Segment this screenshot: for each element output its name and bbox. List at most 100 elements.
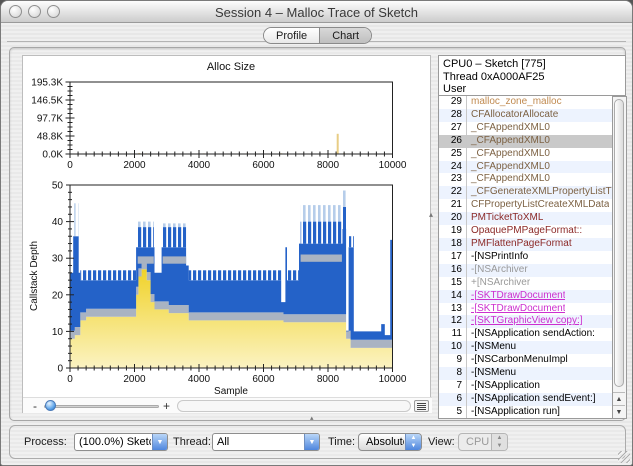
svg-text:4000: 4000	[188, 160, 211, 171]
view-label: View:	[428, 436, 455, 448]
svg-text:50: 50	[52, 181, 64, 192]
svg-text:6000: 6000	[252, 374, 275, 385]
zoom-control-row: - +	[23, 397, 432, 413]
list-item[interactable]: 11 -[NSApplication sendAction:	[439, 328, 612, 342]
frame-symbol: -[NSPrintInfo	[471, 250, 529, 262]
zoom-out-label[interactable]: -	[33, 399, 37, 413]
frame-number: 19	[439, 225, 467, 238]
frame-symbol: _CFAppendXML0	[471, 134, 550, 146]
time-popup[interactable]: Absolute ▲▼	[358, 433, 422, 451]
frame-symbol: -[NSMenu	[471, 367, 517, 379]
list-item[interactable]: 17 -[NSPrintInfo	[439, 250, 612, 264]
list-item[interactable]: 12 -[SKTGraphicView copy:]	[439, 315, 612, 329]
list-icon	[417, 403, 426, 410]
list-item[interactable]: 16 -[NSArchiver	[439, 263, 612, 277]
list-item[interactable]: 23 _CFAppendXML0	[439, 173, 612, 187]
list-item[interactable]: 18 PMFlattenPageFormat	[439, 237, 612, 251]
chevron-down-icon[interactable]: ▼	[304, 434, 319, 450]
process-combobox[interactable]: (100.0%) Sketch [775] ▼	[74, 433, 168, 451]
list-item[interactable]: 28 CFAllocatorAllocate	[439, 108, 612, 122]
list-item[interactable]: 20 PMTicketToXML	[439, 212, 612, 226]
list-item[interactable]: 27 _CFAppendXML0	[439, 121, 612, 135]
callstack-header-user: User	[443, 83, 467, 95]
list-item[interactable]: 7 -[NSApplication	[439, 379, 612, 393]
malloc-trace-charts[interactable]: Alloc Size0.0K48.8K97.7K146.5K195.3K0 200…	[23, 56, 432, 397]
frame-symbol: _CFGenerateXMLPropertyListT	[471, 186, 612, 198]
time-label: Time:	[328, 436, 356, 448]
tab-chart[interactable]: Chart	[319, 28, 372, 43]
frame-symbol: CFAllocatorAllocate	[471, 108, 559, 120]
scroll-down-icon[interactable]: ▼	[613, 405, 625, 418]
scroll-up-icon[interactable]: ▲	[613, 392, 625, 405]
frame-number: 25	[439, 147, 467, 161]
list-item[interactable]: 9 -[NSCarbonMenuImpl	[439, 354, 612, 368]
list-item[interactable]: 14 -[SKTDrawDocument	[439, 289, 612, 303]
frame-number: 13	[439, 302, 467, 316]
frame-symbol: -[NSApplication run]	[471, 405, 560, 417]
profile-chart-tabs: Profile Chart	[263, 27, 373, 44]
list-item[interactable]: 15 +[NSArchiver	[439, 276, 612, 290]
frame-number: 23	[439, 173, 467, 187]
horizontal-scrollbar[interactable]	[177, 400, 411, 412]
tab-profile[interactable]: Profile	[264, 28, 320, 43]
chevron-down-icon[interactable]: ▼	[152, 434, 167, 450]
svg-text:20: 20	[52, 290, 64, 301]
zoom-slider-thumb[interactable]	[45, 400, 56, 411]
zoom-in-label[interactable]: +	[163, 399, 170, 413]
frame-number: 26	[439, 134, 467, 148]
thread-label: Thread:	[173, 436, 211, 448]
svg-text:0: 0	[57, 364, 63, 375]
scrollbar-thumb[interactable]	[614, 99, 624, 387]
list-item[interactable]: 26 _CFAppendXML0	[439, 134, 612, 148]
list-item[interactable]: 24 _CFAppendXML0	[439, 160, 612, 174]
svg-text:0.0K: 0.0K	[42, 150, 63, 161]
chart-panel: Alloc Size 0.0K 48.8K 97.7K 146.5K 195.3K 0 200…	[22, 55, 432, 413]
thread-combobox[interactable]: All ▼	[212, 433, 320, 451]
process-value: (100.0%) Sketch [775]	[79, 436, 151, 448]
splitter-handle-icon[interactable]: ▴	[429, 210, 433, 219]
frame-number: 5	[439, 405, 467, 418]
svg-text:Alloc Size: Alloc Size	[207, 61, 255, 73]
list-item[interactable]: 10 -[NSMenu	[439, 341, 612, 355]
frame-symbol: +[NSArchiver	[471, 276, 531, 288]
list-view-button[interactable]	[414, 400, 429, 412]
splitter-handle-bottom-icon[interactable]: ▴	[310, 414, 314, 422]
frame-number: 7	[439, 379, 467, 393]
frame-number: 15	[439, 276, 467, 290]
frame-symbol: OpaquePMPageFormat::	[471, 225, 583, 237]
frame-number: 24	[439, 160, 467, 174]
view-popup: CPU ▲ ▼	[458, 433, 508, 451]
frame-symbol: -[SKTDrawDocument	[471, 302, 566, 314]
frame-number: 22	[439, 186, 467, 200]
stepper-arrows-icon[interactable]: ▲ ▼	[405, 434, 421, 450]
window-title: Session 4 – Malloc Trace of Sketch	[214, 5, 419, 20]
frame-symbol: -[NSCarbonMenuImpl	[471, 354, 568, 366]
frame-symbol: PMTicketToXML	[471, 212, 544, 224]
view-value: CPU	[466, 436, 490, 448]
list-item[interactable]: 8 -[NSMenu	[439, 367, 612, 380]
callstack-header-thread: Thread 0xA000AF25	[443, 70, 545, 83]
resize-grip[interactable]	[618, 451, 630, 463]
frame-symbol: malloc_zone_malloc	[471, 96, 562, 107]
zoom-slider-track[interactable]	[44, 405, 159, 408]
frame-number: 28	[439, 108, 467, 122]
thread-value: All	[217, 436, 230, 448]
svg-text:10000: 10000	[379, 160, 407, 171]
stepper-arrows-icon: ▲ ▼	[491, 434, 507, 450]
callstack-scrollbar[interactable]: ▲ ▼	[613, 96, 627, 419]
frame-number: 10	[439, 341, 467, 355]
list-item[interactable]: 21 CFPropertyListCreateXMLData	[439, 199, 612, 213]
list-item[interactable]: 22 _CFGenerateXMLPropertyListT	[439, 186, 612, 200]
list-item[interactable]: 6 -[NSApplication sendEvent:]	[439, 392, 612, 406]
frame-number: 27	[439, 121, 467, 135]
frame-symbol: -[NSApplication sendEvent:]	[471, 392, 596, 404]
list-item[interactable]: 25 _CFAppendXML0	[439, 147, 612, 161]
callstack-list[interactable]: 29 malloc_zone_malloc 28 CFAllocatorAllocat…	[438, 96, 613, 419]
list-item[interactable]: 29 malloc_zone_malloc	[439, 96, 612, 109]
frame-number: 29	[439, 96, 467, 109]
svg-text:Callstack Depth: Callstack Depth	[29, 241, 40, 311]
list-item[interactable]: 19 OpaquePMPageFormat::	[439, 225, 612, 238]
list-item[interactable]: 13 -[SKTDrawDocument	[439, 302, 612, 316]
frame-number: 11	[439, 328, 467, 342]
list-item[interactable]: 5 -[NSApplication run]	[439, 405, 612, 418]
